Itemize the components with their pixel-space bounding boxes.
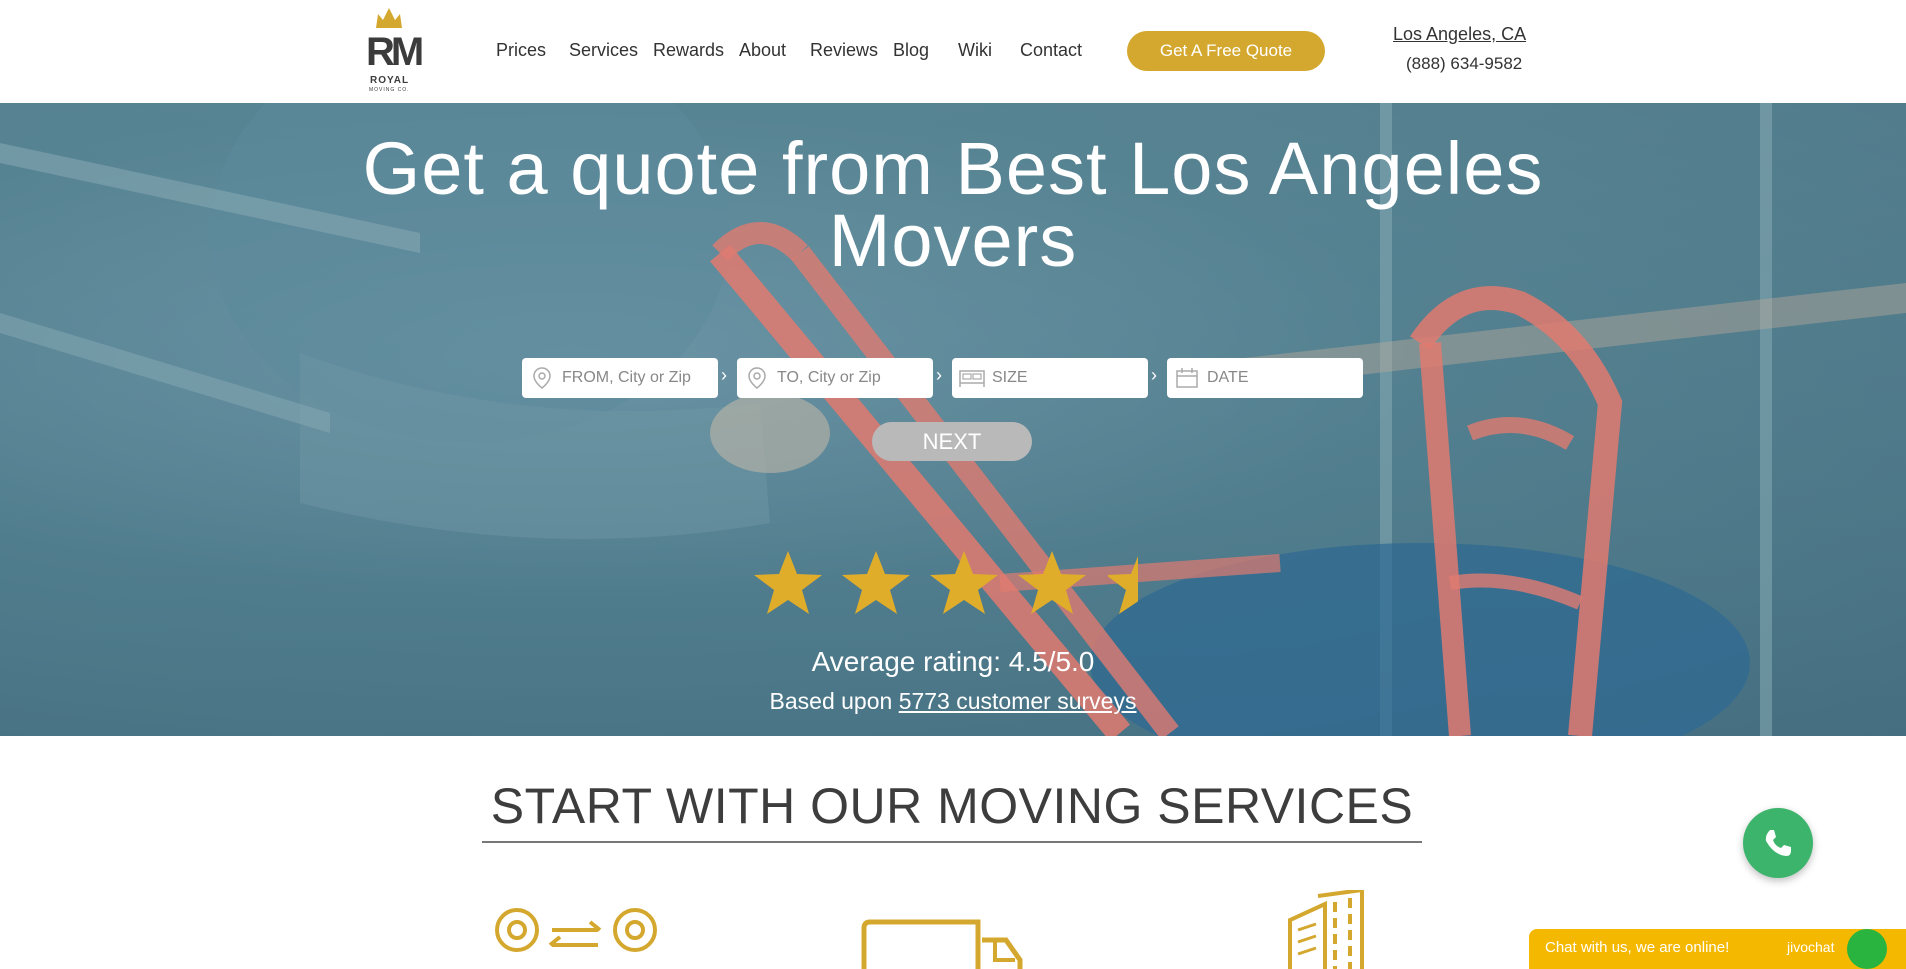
calendar-icon — [1167, 358, 1207, 398]
step-separator: › — [721, 365, 727, 385]
location-pin-icon — [522, 358, 562, 398]
surveys-line: Based upon 5773 customer surveys — [700, 688, 1206, 715]
rating-stars — [754, 551, 1138, 614]
office-building-icon[interactable] — [1280, 890, 1375, 969]
from-field[interactable] — [522, 358, 718, 398]
divider — [482, 841, 1422, 843]
hero-section: Get a quote from Best Los Angeles Movers… — [0, 103, 1906, 736]
bed-icon — [952, 358, 992, 398]
size-field[interactable] — [952, 358, 1148, 398]
chat-brand: jivochat — [1787, 939, 1835, 955]
half-star-icon — [1108, 556, 1138, 614]
nav-wiki[interactable]: Wiki — [958, 40, 992, 61]
star-icon — [930, 551, 998, 614]
royal-moving-logo[interactable]: RM ROYAL MOVING CO. — [366, 6, 424, 94]
location-link[interactable]: Los Angeles, CA — [1393, 24, 1526, 45]
chat-message: Chat with us, we are online! — [1545, 939, 1730, 956]
step-separator: › — [1151, 365, 1157, 385]
nav-about[interactable]: About — [739, 40, 786, 61]
call-button[interactable] — [1743, 808, 1813, 878]
nav-reviews[interactable]: Reviews — [810, 40, 878, 61]
from-input[interactable] — [562, 369, 712, 387]
local-move-icon[interactable] — [492, 890, 662, 969]
location-pin-icon — [737, 358, 777, 398]
nav-rewards[interactable]: Rewards — [653, 40, 724, 61]
date-input[interactable] — [1207, 369, 1357, 387]
next-button[interactable]: NEXT — [872, 422, 1032, 461]
star-icon — [842, 551, 910, 614]
phone-number[interactable]: (888) 634-9582 — [1406, 54, 1522, 74]
logo-subtitle: MOVING CO. — [369, 87, 410, 93]
surveys-prefix: Based upon — [769, 688, 899, 714]
site-header: RM ROYAL MOVING CO. Prices Services Rewa… — [0, 0, 1906, 103]
to-field[interactable] — [737, 358, 933, 398]
nav-contact[interactable]: Contact — [1020, 40, 1082, 61]
crown-icon — [376, 8, 402, 28]
phone-icon — [1765, 830, 1791, 856]
step-separator: › — [936, 365, 942, 385]
date-field[interactable] — [1167, 358, 1363, 398]
average-rating: Average rating: 4.5/5.0 — [811, 646, 1095, 677]
live-chat-bar[interactable]: Chat with us, we are online! jivochat — [1529, 929, 1906, 969]
logo-initials: RM — [366, 30, 424, 74]
nav-services[interactable]: Services — [569, 40, 638, 61]
get-free-quote-button[interactable]: Get A Free Quote — [1127, 31, 1325, 71]
customer-surveys-link[interactable]: 5773 customer surveys — [899, 688, 1137, 714]
nav-blog[interactable]: Blog — [893, 40, 929, 61]
nav-prices[interactable]: Prices — [496, 40, 546, 61]
star-icon — [1018, 551, 1086, 614]
services-heading: START WITH OUR MOVING SERVICES — [490, 778, 1414, 834]
star-icon — [754, 551, 822, 614]
to-input[interactable] — [777, 369, 927, 387]
chat-status-indicator — [1847, 929, 1887, 969]
hero-title: Get a quote from Best Los Angeles Movers — [362, 127, 1544, 282]
logo-name: ROYAL — [370, 75, 410, 86]
size-select[interactable] — [992, 369, 1142, 387]
truck-icon[interactable] — [860, 890, 1045, 969]
